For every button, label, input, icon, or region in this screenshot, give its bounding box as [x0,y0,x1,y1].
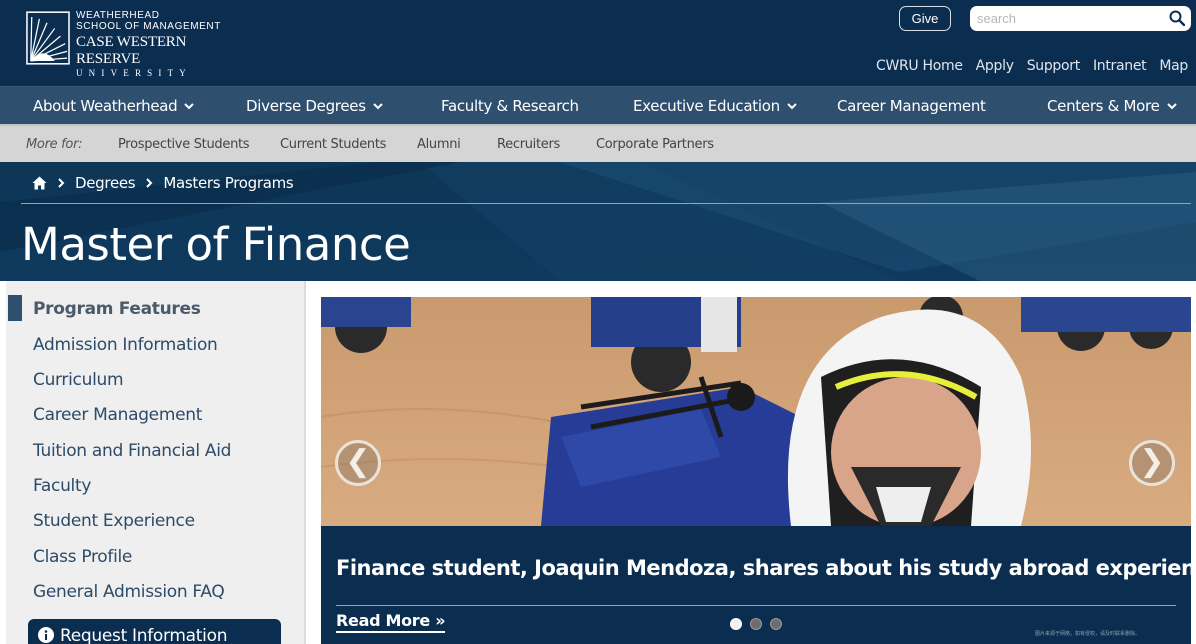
page-title: Master of Finance [21,218,411,271]
nav-label: Diverse Degrees [246,97,366,115]
audience-link-corporate-partners[interactable]: Corporate Partners [596,126,714,164]
carousel-next-button[interactable]: ❯ [1129,440,1175,486]
chevron-down-icon [787,103,797,110]
nav-label: Faculty & Research [441,97,579,115]
request-information-button[interactable]: Request Information [28,619,281,644]
audience-link-alumni[interactable]: Alumni [417,126,461,164]
sidebar-item-tuition-financial-aid[interactable]: Tuition and Financial Aid [33,441,231,461]
util-link-cwru-home[interactable]: CWRU Home [876,58,963,74]
sidebar-item-general-admission-faq[interactable]: General Admission FAQ [33,582,225,602]
nav-label: About Weatherhead [33,97,178,115]
logo-line-4: UNIVERSITY [75,68,192,78]
nav-executive-education[interactable]: Executive Education [633,87,798,125]
carousel-prev-button[interactable]: ❮ [335,440,381,486]
search-box [970,6,1191,31]
nav-label: Centers & More [1047,97,1160,115]
sidebar-item-program-features[interactable]: Program Features [33,299,201,319]
nav-centers-more[interactable]: Centers & More [1047,87,1178,125]
desert-atv-photo [321,297,1191,526]
nav-faculty-research[interactable]: Faculty & Research [441,87,579,125]
util-link-intranet[interactable]: Intranet [1093,58,1147,74]
sidebar-item-faculty[interactable]: Faculty [33,476,91,496]
carousel-indicators [730,618,782,630]
sidebar-item-career-management[interactable]: Career Management [33,405,202,425]
util-link-support[interactable]: Support [1027,58,1081,74]
sunburst-logo-icon [26,11,70,65]
read-more-link[interactable]: Read More » [336,611,446,633]
weatherhead-logo[interactable]: WEATHERHEAD SCHOOL OF MANAGEMENT CASE WE… [26,10,246,78]
carousel-slide-image [321,297,1191,526]
carousel-dot-3[interactable] [770,618,782,630]
utility-links: CWRU Home Apply Support Intranet Map [863,58,1188,74]
nav-about-weatherhead[interactable]: About Weatherhead [33,87,195,125]
audience-link-current-students[interactable]: Current Students [280,126,386,164]
featured-carousel: ❮ ❯ Finance student, Joaquin Mendoza, sh… [321,297,1191,644]
chevron-right-icon [58,178,65,188]
breadcrumb-link-degrees[interactable]: Degrees [75,174,136,192]
breadcrumb: Degrees Masters Programs [32,174,294,192]
chevron-right-icon [146,178,153,188]
logo-line-2: SCHOOL OF MANAGEMENT [75,21,221,32]
audience-link-recruiters[interactable]: Recruiters [497,126,560,164]
main-navigation: About Weatherhead Diverse Degrees Facult… [0,86,1196,124]
section-sidebar: Program Features Admission Information C… [6,281,306,644]
sidebar-item-admission-information[interactable]: Admission Information [33,335,218,355]
page-hero-banner: Degrees Masters Programs Master of Finan… [0,162,1196,281]
breadcrumb-link-masters-programs[interactable]: Masters Programs [163,174,293,192]
search-input[interactable] [970,6,1160,31]
audience-link-prospective-students[interactable]: Prospective Students [118,126,250,164]
nav-label: Career Management [837,97,986,115]
active-item-indicator [8,295,22,321]
sidebar-item-student-experience[interactable]: Student Experience [33,511,195,531]
give-button[interactable]: Give [899,6,951,31]
audience-label: More for: [26,137,83,152]
request-information-label: Request Information [60,626,228,644]
sidebar-item-curriculum[interactable]: Curriculum [33,370,124,390]
logo-line-1: WEATHERHEAD [75,10,160,21]
chevron-down-icon [1166,103,1177,110]
info-icon [38,627,54,643]
audience-navigation: More for: Prospective Students Current S… [0,124,1196,162]
home-icon[interactable] [32,176,47,190]
search-icon[interactable] [1169,10,1185,26]
logo-wordmark: WEATHERHEAD SCHOOL OF MANAGEMENT CASE WE… [75,10,246,78]
nav-diverse-degrees[interactable]: Diverse Degrees [246,87,384,125]
nav-label: Executive Education [633,97,780,115]
carousel-dot-2[interactable] [750,618,762,630]
logo-line-3: CASE WESTERN RESERVE [75,34,187,67]
util-link-apply[interactable]: Apply [976,58,1014,74]
chevron-down-icon [184,103,195,110]
site-header: WEATHERHEAD SCHOOL OF MANAGEMENT CASE WE… [0,0,1196,86]
caption-divider [336,605,1176,606]
chevron-down-icon [373,103,383,110]
carousel-dot-1[interactable] [730,618,742,630]
util-link-map[interactable]: Map [1159,58,1188,74]
hero-divider [21,203,1191,204]
nav-career-management[interactable]: Career Management [837,87,986,125]
image-credit-note: 图片来源于网络，如有侵权，请及时联系删除。 [1035,631,1141,637]
sidebar-item-class-profile[interactable]: Class Profile [33,547,132,567]
carousel-caption: Finance student, Joaquin Mendoza, shares… [336,556,1191,580]
